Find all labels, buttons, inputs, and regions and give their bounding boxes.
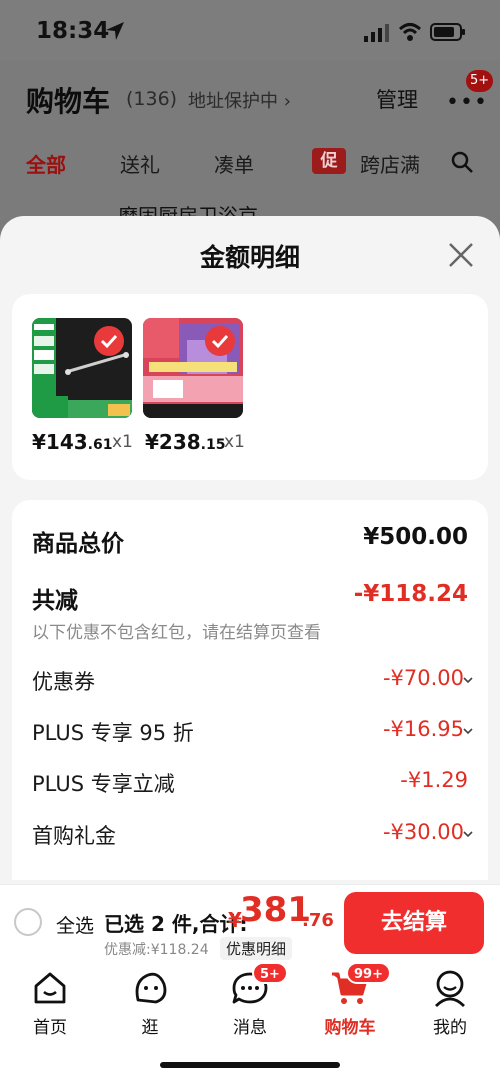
cart-badge: 99+ — [346, 962, 391, 984]
total-price-label: 商品总价 — [32, 531, 124, 557]
product-quantity: x1 — [112, 432, 133, 452]
manage-button[interactable]: 管理 — [376, 84, 418, 114]
total-price-value: ¥500.00 — [363, 524, 468, 550]
close-icon[interactable] — [446, 240, 476, 270]
wifi-icon — [398, 23, 422, 41]
plus-reduction-value: -¥1.29 — [400, 768, 468, 792]
browse-face-icon[interactable] — [130, 968, 170, 1008]
product-price: ¥238.15 — [145, 430, 226, 454]
selected-count: 已选 2 件,合计: — [104, 912, 248, 936]
reduction-note: 以下优惠不包含红包，请在结算页查看 — [32, 623, 321, 643]
home-indicator — [160, 1062, 340, 1068]
status-time: 18:34 — [36, 18, 110, 44]
message-badge: 5+ — [252, 962, 288, 984]
cart-title: 购物车 — [26, 85, 111, 118]
location-arrow-icon — [106, 22, 124, 40]
tab-cross-store[interactable]: 跨店满 — [360, 149, 420, 178]
product-price: ¥143.61 — [32, 430, 113, 454]
chevron-down-icon[interactable] — [462, 674, 474, 686]
home-icon[interactable] — [30, 968, 70, 1008]
tab-cart-label[interactable]: 购物车 — [310, 1013, 390, 1038]
total-amount-decimal: .76 — [302, 910, 334, 931]
promo-icon: 促 — [312, 148, 346, 174]
battery-icon — [430, 23, 465, 41]
selected-check-icon — [94, 326, 124, 356]
plus-discount-label: PLUS 专享 95 折 — [32, 721, 194, 745]
more-badge: 5+ — [466, 70, 494, 92]
first-purchase-gift-label: 首购礼金 — [32, 824, 116, 848]
tab-messages-label[interactable]: 消息 — [210, 1013, 290, 1038]
checkout-button[interactable]: 去结算 — [344, 892, 484, 954]
total-amount: 381 — [240, 890, 311, 930]
tab-browse-label[interactable]: 逛 — [110, 1013, 190, 1038]
coupon-label: 优惠券 — [32, 670, 95, 694]
total-reduction-label: 共减 — [32, 588, 78, 614]
product-thumbnail[interactable] — [143, 318, 243, 418]
product-thumbnail[interactable] — [32, 318, 132, 418]
plus-discount-value[interactable]: -¥16.95 — [383, 717, 464, 741]
plus-reduction-label: PLUS 专享立减 — [32, 772, 175, 796]
selected-check-icon — [205, 326, 235, 356]
product-quantity: x1 — [224, 432, 245, 452]
coupon-value[interactable]: -¥70.00 — [383, 666, 464, 690]
tab-mine-label[interactable]: 我的 — [410, 1013, 490, 1038]
tab-all[interactable]: 全部 — [26, 149, 66, 178]
tab-gift[interactable]: 送礼 — [120, 149, 160, 178]
tab-home-label[interactable]: 首页 — [10, 1013, 90, 1038]
discount-detail-button[interactable]: 优惠明细 — [220, 937, 293, 960]
cellular-signal-icon — [364, 24, 389, 42]
chevron-down-icon[interactable] — [462, 828, 474, 840]
profile-icon[interactable] — [430, 968, 470, 1008]
tab-bundle[interactable]: 凑单 — [214, 149, 254, 178]
select-all-label[interactable]: 全选 — [56, 911, 94, 938]
select-all-checkbox[interactable] — [14, 908, 42, 936]
cart-count: (136) — [126, 88, 178, 110]
total-reduction-value: -¥118.24 — [353, 581, 468, 607]
sheet-title: 金额明细 — [199, 243, 300, 272]
discount-summary: 优惠减:¥118.24 — [104, 942, 209, 958]
search-icon[interactable] — [450, 150, 474, 174]
first-purchase-gift-value[interactable]: -¥30.00 — [383, 820, 464, 844]
chevron-down-icon[interactable] — [462, 725, 474, 737]
address-protection-link[interactable]: 地址保护中 › — [188, 87, 291, 113]
more-icon[interactable]: ••• — [446, 90, 488, 115]
